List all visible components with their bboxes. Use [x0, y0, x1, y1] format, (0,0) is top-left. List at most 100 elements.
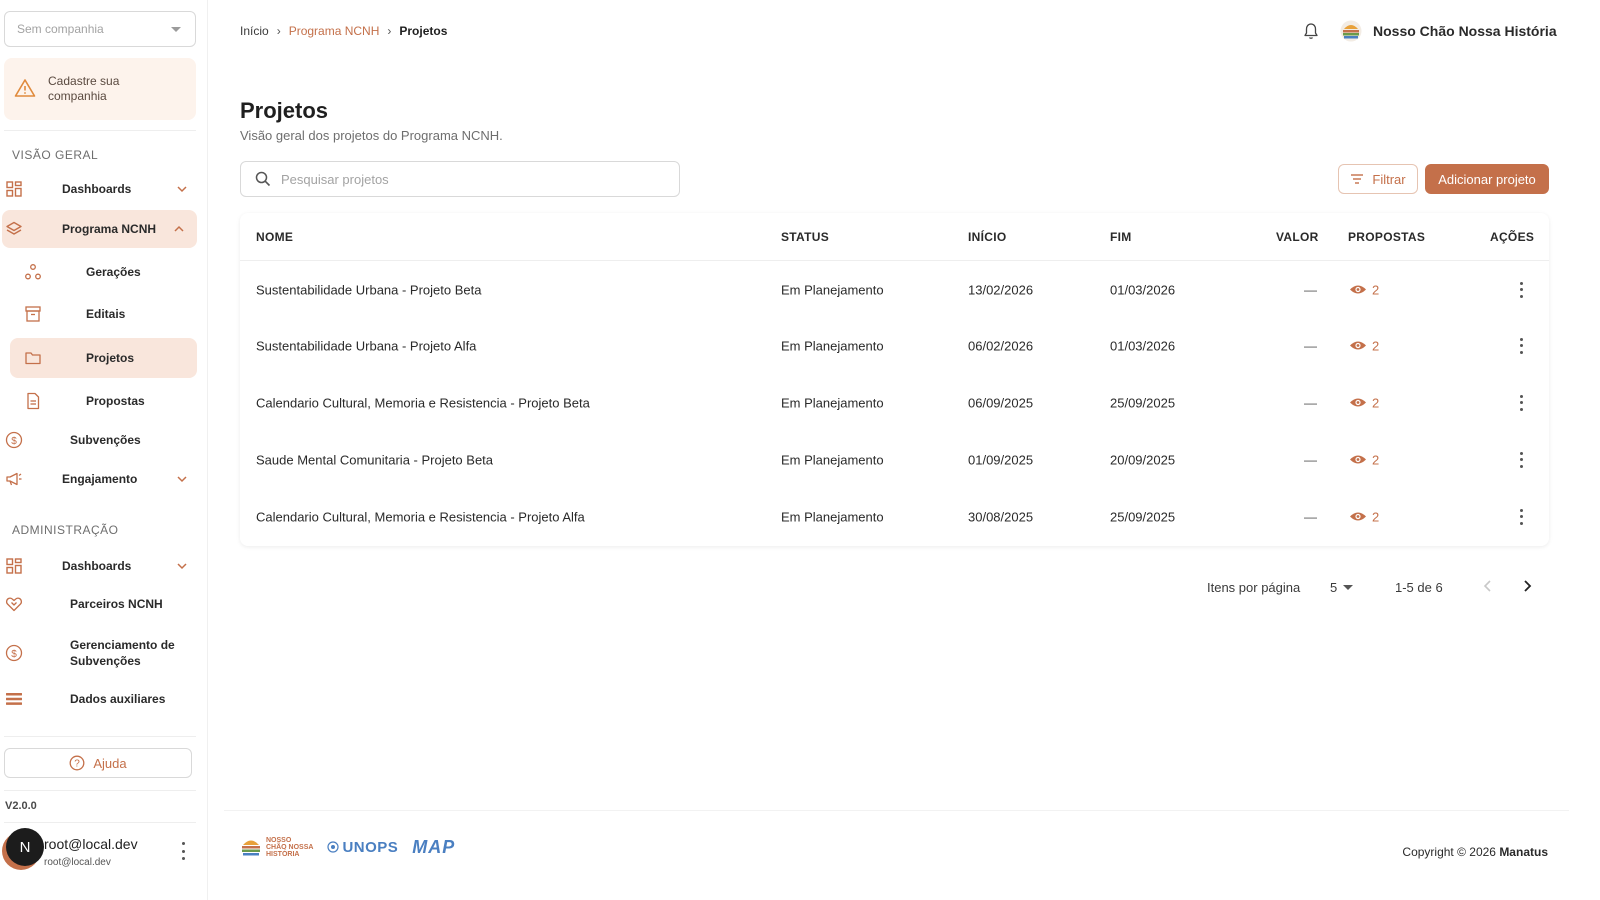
avatar[interactable]: N	[6, 828, 44, 866]
cell-propostas[interactable]: 2	[1349, 509, 1379, 524]
row-actions-menu-icon[interactable]	[1518, 337, 1524, 354]
items-per-page-select[interactable]: 5	[1330, 576, 1360, 598]
breadcrumb-home[interactable]: Início	[240, 24, 269, 38]
sidebar-subitem-geracoes[interactable]: Gerações	[10, 252, 197, 292]
sidebar-item-subvencoes[interactable]: $ Subvenções	[0, 421, 200, 459]
warning-icon	[14, 78, 36, 101]
user-name: root@local.dev	[44, 836, 138, 852]
cell-inicio: 01/09/2025	[968, 452, 1034, 467]
next-page-icon[interactable]	[1519, 578, 1535, 594]
breadcrumb: Início › Programa NCNH › Projetos	[240, 24, 447, 38]
cell-fim: 01/03/2026	[1110, 282, 1176, 297]
divider	[4, 822, 196, 823]
svg-text:?: ?	[75, 759, 81, 770]
sidebar-item-label: Editais	[86, 307, 126, 321]
add-project-button[interactable]: Adicionar projeto	[1425, 164, 1549, 194]
chevron-down-icon	[177, 476, 187, 483]
cell-valor: —	[1304, 282, 1317, 297]
dashboard-grid-icon	[5, 557, 23, 575]
ncnh-logo-line: NOSSO	[266, 836, 292, 844]
sidebar-item-engajamento[interactable]: Engajamento	[0, 460, 200, 498]
row-actions-menu-icon[interactable]	[1518, 451, 1524, 468]
cell-fim: 25/09/2025	[1110, 509, 1176, 524]
chevron-down-icon	[177, 563, 187, 570]
cell-status: Em Planejamento	[781, 395, 884, 410]
help-button[interactable]: ? Ajuda	[4, 748, 192, 778]
breadcrumb-programa[interactable]: Programa NCNH	[289, 24, 380, 38]
filter-button[interactable]: Filtrar	[1338, 164, 1418, 194]
cell-nome: Saude Mental Comunitaria - Projeto Beta	[256, 452, 494, 467]
cell-status: Em Planejamento	[781, 452, 884, 467]
table-row[interactable]: Calendario Cultural, Memoria e Resistenc…	[240, 488, 1549, 545]
table-row[interactable]: Sustentabilidade Urbana - Projeto Beta E…	[240, 261, 1549, 318]
cell-status: Em Planejamento	[781, 282, 884, 297]
user-profile: N root@local.dev root@local.dev	[4, 824, 200, 872]
sidebar-item-dados-auxiliares[interactable]: Dados auxiliares	[0, 680, 200, 718]
cell-propostas[interactable]: 2	[1349, 282, 1379, 297]
ncnh-logo-line: CHÃO NOSSA	[266, 843, 314, 851]
network-nodes-icon	[24, 263, 42, 281]
column-header-propostas[interactable]: PROPOSTAS	[1348, 230, 1425, 244]
layers-icon	[5, 220, 23, 238]
sidebar-item-admin-dashboards[interactable]: Dashboards	[0, 547, 200, 585]
divider	[224, 810, 1569, 811]
column-header-acoes: AÇÕES	[1490, 230, 1535, 244]
divider	[4, 790, 196, 791]
sidebar-item-label: Dados auxiliares	[70, 692, 166, 706]
cell-status: Em Planejamento	[781, 338, 884, 353]
table-row[interactable]: Calendario Cultural, Memoria e Resistenc…	[240, 374, 1549, 431]
sidebar-subitem-editais[interactable]: Editais	[10, 294, 197, 334]
copyright-text: Copyright © 2026	[1402, 845, 1496, 859]
search-input[interactable]	[281, 171, 661, 187]
row-actions-menu-icon[interactable]	[1518, 394, 1524, 411]
cell-inicio: 13/02/2026	[968, 282, 1034, 297]
sidebar-subitem-propostas[interactable]: Propostas	[10, 381, 197, 421]
page-title: Projetos	[240, 98, 329, 123]
unops-logo: UNOPS	[327, 839, 398, 856]
section-title-overview: VISÃO GERAL	[12, 148, 99, 162]
cell-nome: Sustentabilidade Urbana - Projeto Beta	[256, 282, 482, 297]
un-emblem-icon	[327, 841, 340, 853]
sidebar-item-dashboards[interactable]: Dashboards	[0, 170, 200, 208]
table-row[interactable]: Sustentabilidade Urbana - Projeto Alfa E…	[240, 317, 1549, 374]
sidebar-item-programa-ncnh[interactable]: Programa NCNH	[2, 210, 197, 248]
column-header-fim[interactable]: FIM	[1110, 230, 1132, 244]
cell-fim: 01/03/2026	[1110, 338, 1176, 353]
cell-propostas[interactable]: 2	[1349, 338, 1379, 353]
org-logo-icon	[1340, 20, 1362, 42]
register-company-alert[interactable]: Cadastre sua companhia	[4, 58, 196, 120]
copyright-brand: Manatus	[1499, 845, 1548, 859]
sidebar-item-label: Subvenções	[70, 433, 141, 447]
sidebar-item-gerenciamento-subvencoes[interactable]: $ Gerenciamento de Subvenções	[0, 632, 200, 674]
column-header-nome[interactable]: NOME	[256, 230, 293, 244]
dashboard-grid-icon	[5, 180, 23, 198]
propostas-count: 2	[1372, 395, 1380, 410]
company-select[interactable]: Sem companhia	[4, 11, 196, 47]
bell-icon[interactable]	[1302, 22, 1320, 40]
sidebar-item-label: Propostas	[86, 394, 145, 408]
cell-propostas[interactable]: 2	[1349, 452, 1379, 467]
sidebar-item-parceiros[interactable]: Parceiros NCNH	[0, 585, 200, 623]
user-menu-button[interactable]	[176, 842, 190, 860]
column-header-valor[interactable]: VALOR	[1276, 230, 1319, 244]
propostas-count: 2	[1372, 452, 1380, 467]
sidebar-subitem-projetos[interactable]: Projetos	[10, 338, 197, 378]
help-label: Ajuda	[93, 755, 127, 771]
column-header-status[interactable]: STATUS	[781, 230, 829, 244]
partner-logos: NOSSO CHÃO NOSSA HISTÓRIA UNOPS MAP	[240, 836, 455, 858]
section-title-admin: ADMINISTRAÇÃO	[12, 523, 119, 537]
cell-nome: Calendario Cultural, Memoria e Resistenc…	[256, 509, 585, 524]
search-icon	[255, 171, 271, 187]
row-actions-menu-icon[interactable]	[1518, 281, 1524, 298]
dollar-circle-icon: $	[5, 431, 23, 449]
row-actions-menu-icon[interactable]	[1518, 508, 1524, 525]
table-row[interactable]: Saude Mental Comunitaria - Projeto Beta …	[240, 431, 1549, 488]
list-icon	[5, 690, 23, 708]
org-name[interactable]: Nosso Chão Nossa História	[1373, 23, 1557, 39]
cell-propostas[interactable]: 2	[1349, 395, 1379, 410]
previous-page-icon[interactable]	[1480, 578, 1496, 594]
items-per-page-label: Itens por página	[1207, 580, 1301, 595]
copyright: Copyright © 2026 Manatus	[1402, 845, 1548, 859]
propostas-count: 2	[1372, 509, 1380, 524]
column-header-inicio[interactable]: INÍCIO	[968, 230, 1006, 244]
